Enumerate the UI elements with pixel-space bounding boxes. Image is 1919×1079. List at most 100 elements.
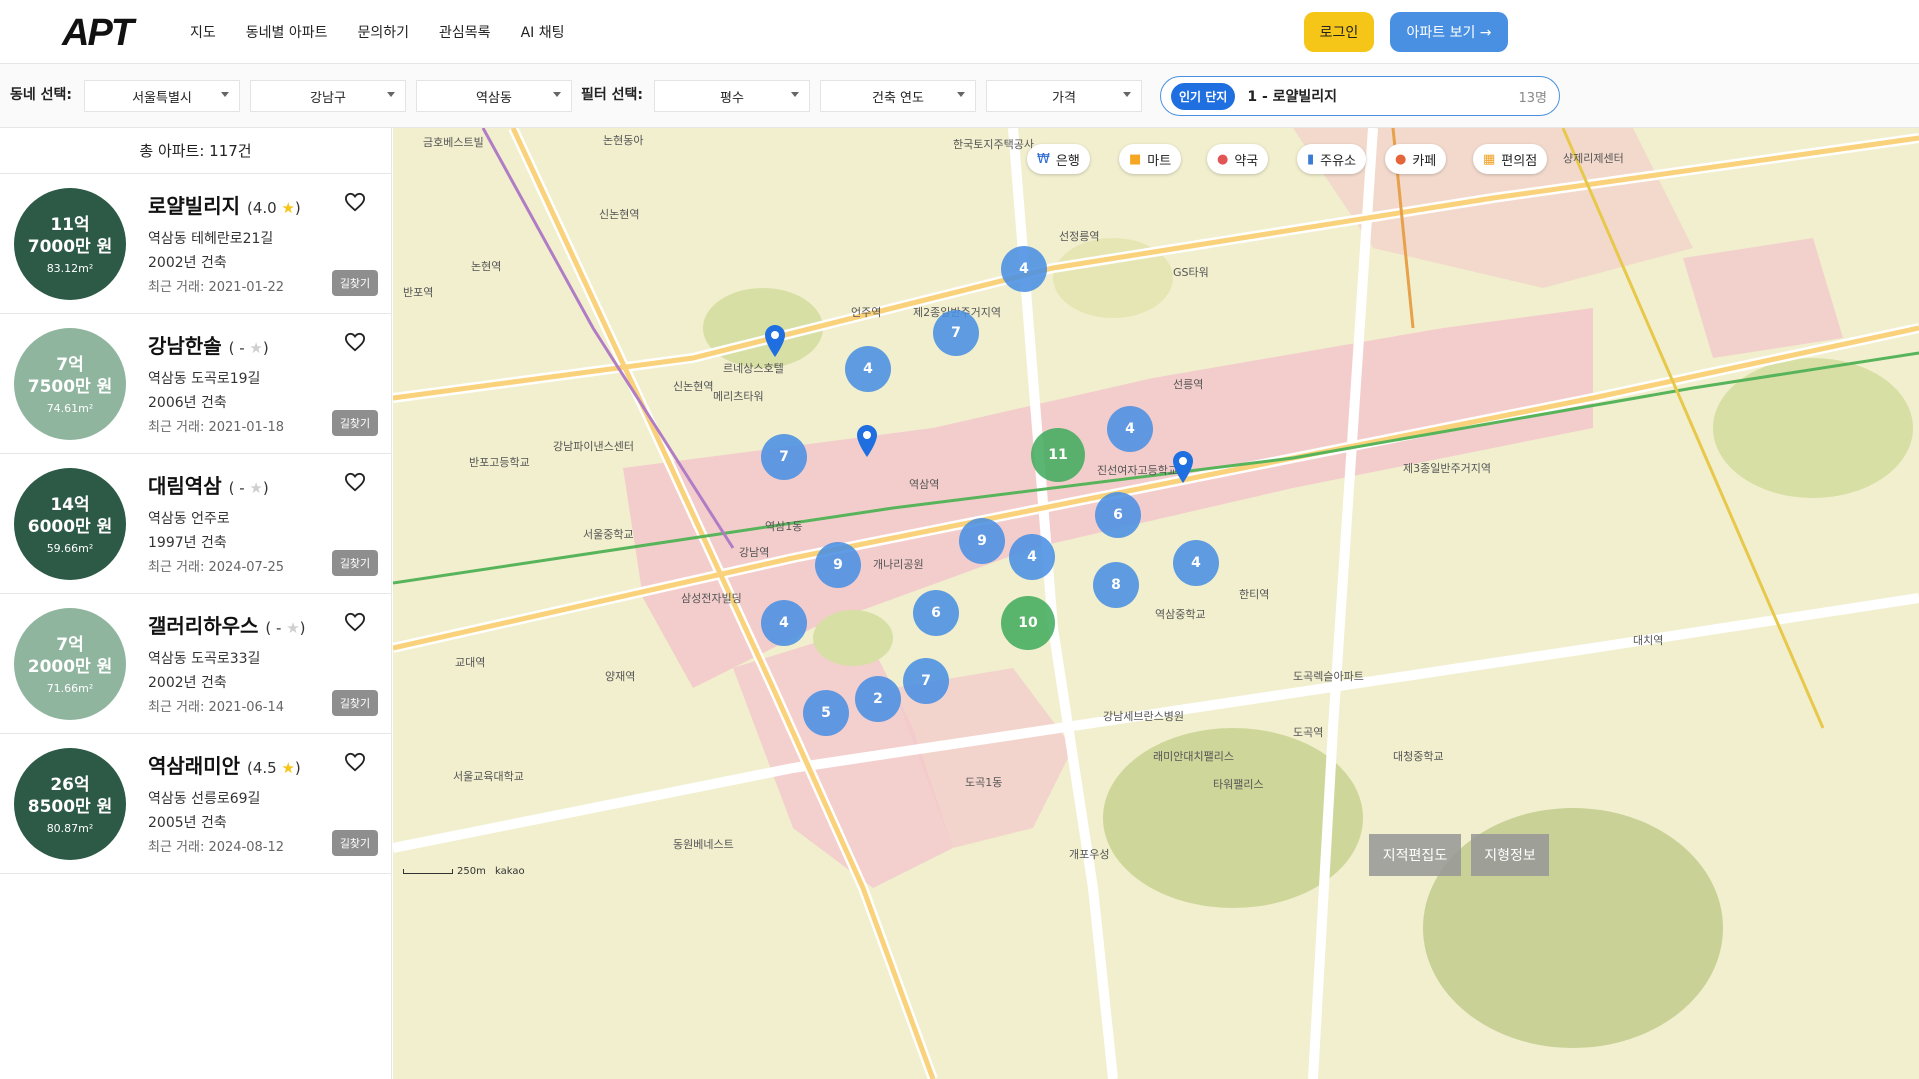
map-cluster[interactable]: 4 (1009, 534, 1055, 580)
directions-button[interactable]: 길찾기 (332, 550, 378, 576)
apartment-address: 역삼동 선릉로69길 (148, 791, 261, 807)
apartment-view-button[interactable]: 아파트 보기 → (1390, 12, 1508, 52)
nav-ai-chat[interactable]: AI 채팅 (521, 22, 565, 42)
location-pin-icon[interactable] (763, 324, 787, 358)
category-mart[interactable]: ■ 마트 (1119, 144, 1182, 174)
category-cafe[interactable]: ● 카페 (1385, 144, 1447, 174)
recent-deal: 최근 거래: 2021-06-14 (148, 700, 285, 715)
app-logo[interactable]: APT (62, 12, 134, 55)
map-cluster[interactable]: 7 (903, 658, 949, 704)
apartment-name: 로얄빌리지 (148, 194, 240, 218)
map-cluster[interactable]: 9 (959, 518, 1005, 564)
directions-button[interactable]: 길찾기 (332, 410, 378, 436)
map-label: 서울중학교 (583, 528, 634, 541)
map-label: 역삼역 (909, 478, 940, 491)
chevron-down-icon (553, 92, 561, 97)
popular-complex-count: 13명 (1518, 90, 1547, 106)
directions-button[interactable]: 길찾기 (332, 830, 378, 856)
map-cluster[interactable]: 4 (1107, 406, 1153, 452)
category-bank[interactable]: ₩ 은행 (1027, 144, 1090, 174)
map-label: 반포고등학교 (469, 456, 530, 469)
map-cluster[interactable]: 6 (1095, 492, 1141, 538)
built-year: 2002년 건축 (148, 255, 227, 271)
apartment-address: 역삼동 도곡로33길 (148, 651, 261, 667)
category-convenience-store[interactable]: ▦ 편의점 (1473, 144, 1548, 174)
popular-badge: 인기 단지 (1171, 82, 1236, 110)
directions-button[interactable]: 길찾기 (332, 270, 378, 296)
filter-bar: 동네 선택: 서울특별시 강남구 역삼동 필터 선택: 평수 건축 연도 가격 … (0, 64, 1919, 128)
map-label: 강남역 (739, 546, 770, 559)
apartment-card[interactable]: 26억 8500만 원 80.87m² 역삼래미안 (4.5 ★) 역삼동 선릉… (0, 734, 391, 874)
map-cluster[interactable]: 7 (933, 310, 979, 356)
apartment-title: 역삼래미안 (4.5 ★) (148, 750, 301, 779)
apartment-card[interactable]: 14억 6000만 원 59.66m² 대림역삼 ( - ★) 역삼동 언주로 … (0, 454, 391, 594)
popular-complex-name: 1 - 로얄빌리지 (1247, 89, 1338, 105)
map-cluster[interactable]: 2 (855, 676, 901, 722)
map-label: 논현동아 (603, 134, 644, 147)
heart-icon[interactable] (344, 752, 366, 772)
apartment-card[interactable]: 7억 7500만 원 74.61m² 강남한솔 ( - ★) 역삼동 도곡로19… (0, 314, 391, 454)
built-year-select-value: 건축 연도 (872, 90, 924, 106)
area-size: 83.12m² (46, 261, 94, 275)
map-label: 언주역 (851, 306, 882, 319)
map-label: 개포우성 (1069, 848, 1110, 861)
apartment-address: 역삼동 테헤란로21길 (148, 231, 274, 247)
map-label: 메리츠타워 (713, 390, 764, 403)
location-pin-icon[interactable] (855, 424, 879, 458)
map-cluster[interactable]: 4 (1001, 246, 1047, 292)
map-label: 선정릉역 (1059, 230, 1100, 243)
price-secondary: 6000만 원 (27, 516, 113, 537)
heart-icon[interactable] (344, 192, 366, 212)
built-year-select[interactable]: 건축 연도 (820, 80, 976, 112)
map-label: 도곡역 (1293, 726, 1324, 739)
map-cluster[interactable]: 4 (845, 346, 891, 392)
category-gas-station[interactable]: ▮ 주유소 (1297, 144, 1367, 174)
map-cluster[interactable]: 7 (761, 434, 807, 480)
pyeong-select[interactable]: 평수 (654, 80, 810, 112)
top-navbar: APT 지도 동네별 아파트 문의하기 관심목록 AI 채팅 로그인 아파트 보… (0, 0, 1919, 64)
map-cluster[interactable]: 11 (1031, 428, 1085, 482)
map-cluster[interactable]: 8 (1093, 562, 1139, 608)
map-cluster[interactable]: 9 (815, 542, 861, 588)
heart-icon[interactable] (344, 612, 366, 632)
map-label: 논현역 (471, 260, 502, 273)
price-secondary: 7500만 원 (27, 376, 113, 397)
map-label: 진선여자고등학교 (1097, 464, 1178, 477)
terrain-map-button[interactable]: 지형정보 (1471, 834, 1549, 876)
login-button[interactable]: 로그인 (1304, 12, 1374, 52)
pyeong-select-value: 평수 (720, 90, 744, 106)
map-view[interactable]: 금호베스트빌 논현동아 한국토지주택공사 샹제리제센터 신논현역 논현역 언주역… (393, 128, 1919, 1079)
map-cluster[interactable]: 4 (761, 600, 807, 646)
location-pin-icon[interactable] (1171, 450, 1195, 484)
map-cluster[interactable]: 5 (803, 690, 849, 736)
dong-select[interactable]: 역삼동 (416, 80, 572, 112)
apartment-card[interactable]: 7억 2000만 원 71.66m² 갤러리하우스 ( - ★) 역삼동 도곡로… (0, 594, 391, 734)
built-year: 2002년 건축 (148, 675, 227, 691)
price-select[interactable]: 가격 (986, 80, 1142, 112)
nav-inquiry[interactable]: 문의하기 (358, 22, 410, 42)
cadastral-map-button[interactable]: 지적편집도 (1369, 834, 1461, 876)
heart-icon[interactable] (344, 332, 366, 352)
district-select[interactable]: 강남구 (250, 80, 406, 112)
map-cluster[interactable]: 10 (1001, 596, 1055, 650)
nav-neighborhood-apartments[interactable]: 동네별 아파트 (246, 22, 328, 42)
recent-deal: 최근 거래: 2021-01-18 (148, 420, 285, 435)
map-cluster[interactable]: 6 (913, 590, 959, 636)
nav-favorites[interactable]: 관심목록 (439, 22, 491, 42)
price-primary: 7억 (56, 354, 84, 375)
map-label: 강남파이낸스센터 (553, 440, 634, 453)
store-icon: ▦ (1483, 151, 1496, 167)
directions-button[interactable]: 길찾기 (332, 690, 378, 716)
city-select[interactable]: 서울특별시 (84, 80, 240, 112)
apartment-card[interactable]: 11억 7000만 원 83.12m² 로얄빌리지 (4.0 ★) 역삼동 테헤… (0, 174, 391, 314)
map-label: 교대역 (455, 656, 486, 669)
category-pharmacy[interactable]: ● 약국 (1207, 144, 1269, 174)
rating: ( - ★) (228, 339, 269, 357)
map-label: 한국토지주택공사 (953, 138, 1034, 151)
heart-icon[interactable] (344, 472, 366, 492)
map-cluster[interactable]: 4 (1173, 540, 1219, 586)
popular-complex-ticker[interactable]: 인기 단지 1 - 로얄빌리지 13명 (1160, 76, 1560, 116)
nav-map[interactable]: 지도 (190, 22, 216, 42)
fuel-icon: ▮ (1307, 151, 1315, 167)
scale-bar (403, 868, 453, 874)
